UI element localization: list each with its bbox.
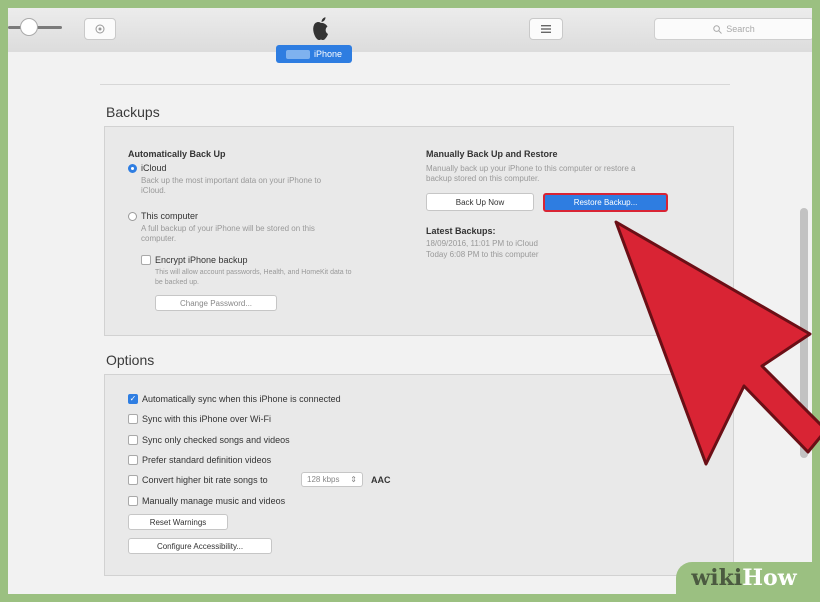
backups-panel: Automatically Back Up iCloud Back up the… [104,126,734,336]
reset-warnings-button[interactable]: Reset Warnings [128,514,228,530]
device-name-redacted [285,49,310,59]
search-input[interactable]: Search [654,18,812,40]
search-placeholder: Search [726,24,755,34]
bitrate-value: 128 kbps [307,475,340,484]
device-button[interactable] [84,18,116,40]
search-icon [713,24,723,34]
options-panel: ✓ Automatically sync when this iPhone is… [104,374,734,576]
volume-slider-knob[interactable] [20,18,38,36]
back-up-now-button[interactable]: Back Up Now [426,193,534,211]
chevron-updown-icon: ⇕ [350,475,357,484]
latest-backups-heading: Latest Backups: [426,226,496,236]
computer-desc-line1: A full backup of your iPhone will be sto… [141,224,315,233]
icloud-desc-line2: iCloud. [141,186,166,195]
restore-backup-button[interactable]: Restore Backup... [543,193,668,212]
manual-backup-heading: Manually Back Up and Restore [426,149,558,159]
this-computer-label: This computer [141,211,199,221]
wikihow-watermark: wiki How [676,562,812,594]
configure-accessibility-button[interactable]: Configure Accessibility... [128,538,272,554]
option-label-4: Prefer standard definition videos [142,455,272,465]
icloud-desc-line1: Back up the most important data on your … [141,176,322,185]
toolbar: Search [8,8,812,53]
option-checkbox-3[interactable] [128,435,138,445]
encrypt-desc-line2: be backed up. [155,279,199,286]
option-checkbox-5[interactable] [128,475,138,485]
encrypt-desc-line1: This will allow account passwords, Healt… [155,269,352,276]
main-content: Backups Automatically Back Up iCloud Bac… [8,52,812,594]
list-icon [541,25,551,33]
option-label-1: Automatically sync when this iPhone is c… [142,394,341,404]
icloud-radio[interactable] [128,164,137,173]
manual-desc-line2: backup stored on this computer. [426,174,540,183]
latest-backup-icloud: 18/09/2016, 11:01 PM to iCloud [426,239,538,248]
divider [100,84,730,85]
icloud-label: iCloud [141,163,167,173]
device-tab-label: iPhone [313,49,343,59]
option-checkbox-2[interactable] [128,414,138,424]
iphone-device-tab[interactable]: iPhone [276,45,352,63]
encrypt-checkbox[interactable] [141,255,151,265]
option-label-3: Sync only checked songs and videos [142,435,290,445]
encrypt-label: Encrypt iPhone backup [155,255,248,265]
options-title: Options [106,352,155,368]
list-view-button[interactable] [529,18,563,40]
latest-backup-computer: Today 6:08 PM to this computer [426,250,539,259]
itunes-window: Search Backups Automatically Back Up iCl… [8,8,812,594]
auto-backup-heading: Automatically Back Up [128,149,226,159]
option-label-5: Convert higher bit rate songs to [142,475,268,485]
watermark-part2: How [742,565,797,591]
computer-desc-line2: computer. [141,234,177,243]
watermark-part1: wiki [691,565,743,591]
bitrate-format: AAC [371,475,391,485]
scrollbar[interactable] [800,208,808,458]
iphone-icon [95,24,105,34]
this-computer-radio[interactable] [128,212,137,221]
option-checkbox-4[interactable] [128,455,138,465]
backups-title: Backups [106,104,160,120]
bitrate-select[interactable]: 128 kbps ⇕ [301,472,363,487]
option-label-6: Manually manage music and videos [142,496,286,506]
change-password-button[interactable]: Change Password... [155,295,277,311]
manual-desc-line1: Manually back up your iPhone to this com… [426,164,636,173]
option-label-2: Sync with this iPhone over Wi-Fi [142,414,272,424]
option-checkbox-1[interactable]: ✓ [128,394,138,404]
option-checkbox-6[interactable] [128,496,138,506]
apple-logo-icon [313,17,328,40]
